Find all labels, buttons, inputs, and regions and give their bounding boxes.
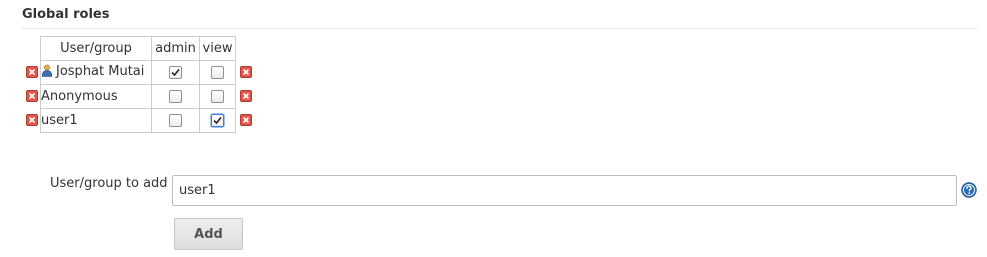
table-header-row: User/group admin view: [40, 36, 236, 61]
admin-cell: [151, 108, 200, 133]
column-header-view: view: [199, 36, 236, 61]
view-checkbox[interactable]: [211, 90, 224, 103]
user-group-input[interactable]: [172, 175, 957, 206]
table-row: user1: [40, 108, 236, 133]
section-title: Global roles: [22, 7, 110, 22]
table-row: Anonymous: [40, 84, 236, 109]
admin-checkbox[interactable]: [169, 66, 182, 79]
view-cell: [199, 84, 236, 109]
view-checkbox[interactable]: [211, 114, 224, 127]
add-button[interactable]: Add: [174, 218, 243, 250]
delete-row-left-icon[interactable]: [26, 90, 38, 102]
user-name: user1: [41, 113, 78, 128]
view-checkbox[interactable]: [211, 66, 224, 79]
user-name: Anonymous: [41, 89, 118, 104]
column-header-admin: admin: [151, 36, 200, 61]
admin-cell: [151, 60, 200, 85]
delete-row-right-icon[interactable]: [240, 66, 252, 78]
user-icon: [41, 64, 53, 81]
delete-row-right-icon[interactable]: [240, 90, 252, 102]
view-cell: [199, 60, 236, 85]
admin-checkbox[interactable]: [169, 114, 182, 127]
user-cell: Anonymous: [40, 84, 152, 109]
section-divider: [22, 28, 977, 29]
delete-row-left-icon[interactable]: [26, 66, 38, 78]
column-header-user-group: User/group: [40, 36, 152, 61]
user-name: Josphat Mutai: [56, 64, 145, 79]
user-cell: Josphat Mutai: [40, 60, 152, 85]
table-row: Josphat Mutai: [40, 60, 236, 85]
user-cell: user1: [40, 108, 152, 133]
add-user-label: User/group to add: [50, 176, 168, 191]
admin-cell: [151, 84, 200, 109]
roles-table: User/group admin view Josphat Mutai Anon…: [40, 36, 236, 133]
delete-row-right-icon[interactable]: [240, 114, 252, 126]
help-icon[interactable]: [961, 182, 977, 198]
delete-row-left-icon[interactable]: [26, 114, 38, 126]
view-cell: [199, 108, 236, 133]
admin-checkbox[interactable]: [169, 90, 182, 103]
